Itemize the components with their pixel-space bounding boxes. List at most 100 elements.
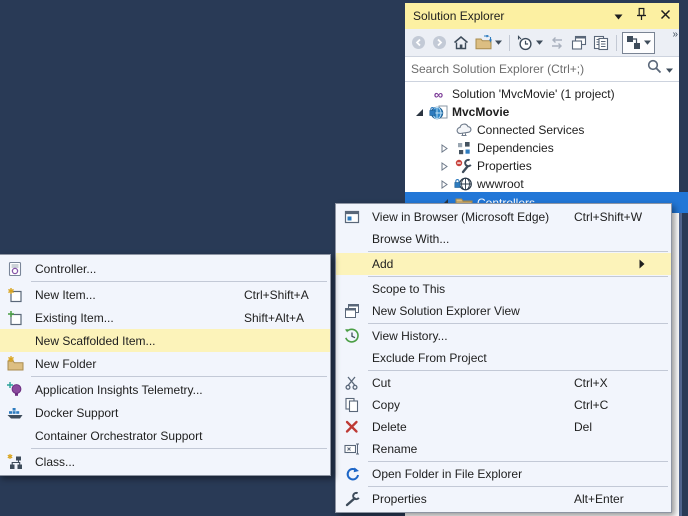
pin-button[interactable] bbox=[634, 7, 649, 25]
menu-item-label: Class... bbox=[35, 455, 75, 469]
file-nesting-button[interactable] bbox=[622, 32, 655, 54]
collapse-all-button[interactable] bbox=[569, 33, 589, 53]
menu-item-exclude-from-project[interactable]: Exclude From Project bbox=[336, 347, 671, 369]
app-insights-icon bbox=[3, 382, 27, 398]
menu-item-label: Application Insights Telemetry... bbox=[35, 383, 203, 397]
close-icon bbox=[660, 9, 671, 20]
menu-item-new-scaffolded-item[interactable]: New Scaffolded Item... bbox=[0, 329, 330, 352]
menu-item-label: Rename bbox=[372, 442, 417, 456]
menu-item-controller[interactable]: Controller... bbox=[0, 257, 330, 280]
show-all-files-button[interactable] bbox=[591, 33, 611, 53]
tree-expander-collapsed[interactable] bbox=[436, 162, 452, 171]
properties-icon bbox=[340, 491, 364, 507]
menu-item-open-folder-in-file-explorer[interactable]: Open Folder in File Explorer bbox=[336, 463, 671, 485]
dropdown-arrow-icon bbox=[495, 40, 502, 45]
add-submenu: Controller... New Item... Ctrl+Shift+A Ex… bbox=[0, 254, 331, 476]
window-position-button[interactable] bbox=[614, 9, 623, 23]
delete-icon bbox=[340, 419, 364, 435]
dropdown-arrow-icon bbox=[536, 40, 543, 45]
submenu-arrow bbox=[630, 259, 662, 269]
tree-item-solution-mvcmovie-1-project[interactable]: ∞Solution 'MvcMovie' (1 project) bbox=[405, 85, 679, 103]
menu-item-label: New Solution Explorer View bbox=[372, 304, 520, 318]
pending-changes-filter-icon bbox=[517, 35, 533, 51]
search-bar bbox=[405, 56, 679, 82]
sync-button[interactable] bbox=[547, 33, 567, 53]
menu-item-label: New Item... bbox=[35, 288, 96, 302]
class-icon bbox=[3, 454, 27, 470]
menu-item-container-orchestrator-support[interactable]: Container Orchestrator Support bbox=[0, 424, 330, 447]
existing-item-icon bbox=[3, 310, 27, 326]
cut-icon bbox=[340, 375, 364, 391]
menu-item-shortcut: Ctrl+Shift+W bbox=[574, 210, 669, 224]
toolbar-separator bbox=[616, 35, 617, 51]
menu-item-label: View in Browser (Microsoft Edge) bbox=[372, 210, 549, 224]
menu-item-add[interactable]: Add bbox=[336, 253, 671, 275]
menu-item-docker-support[interactable]: Docker Support bbox=[0, 401, 330, 424]
tree-expander-expanded[interactable] bbox=[411, 108, 427, 117]
toolbar-overflow-button[interactable]: » bbox=[672, 29, 677, 40]
tree-item-label: Connected Services bbox=[475, 123, 584, 137]
tree-item-dependencies[interactable]: Dependencies bbox=[405, 139, 679, 157]
menu-item-shortcut: Shift+Alt+A bbox=[244, 311, 328, 325]
window-position-icon bbox=[614, 14, 623, 20]
menu-item-shortcut: Ctrl+Shift+A bbox=[244, 288, 328, 302]
menu-item-scope-to-this[interactable]: Scope to This bbox=[336, 278, 671, 300]
pending-changes-filter-button[interactable] bbox=[515, 33, 545, 53]
menu-item-label: New Scaffolded Item... bbox=[35, 334, 156, 348]
menu-item-label: Browse With... bbox=[372, 232, 449, 246]
view-history-icon bbox=[340, 328, 364, 344]
solution-explorer-titlebar[interactable]: Solution Explorer bbox=[405, 3, 679, 29]
panel-edge-line bbox=[679, 211, 682, 516]
connected-services-icon bbox=[452, 122, 475, 138]
menu-item-browse-with[interactable]: Browse With... bbox=[336, 228, 671, 250]
rename-icon bbox=[340, 441, 364, 457]
tree-expander-collapsed[interactable] bbox=[436, 180, 452, 189]
collapse-all-icon bbox=[571, 35, 587, 51]
menu-item-rename[interactable]: Rename bbox=[336, 438, 671, 460]
menu-item-existing-item[interactable]: Existing Item...Shift+Alt+A bbox=[0, 306, 330, 329]
menu-item-new-folder[interactable]: New Folder bbox=[0, 352, 330, 375]
tree-item-mvcmovie[interactable]: MvcMovie bbox=[405, 103, 679, 121]
tree-expander-collapsed[interactable] bbox=[436, 144, 452, 153]
menu-item-new-solution-explorer-view[interactable]: New Solution Explorer View bbox=[336, 300, 671, 322]
switch-views-button[interactable] bbox=[473, 33, 504, 53]
menu-item-label: Exclude From Project bbox=[372, 351, 487, 365]
search-options-button[interactable] bbox=[666, 60, 673, 78]
menu-item-view-history[interactable]: View History... bbox=[336, 325, 671, 347]
search-input[interactable] bbox=[411, 62, 647, 76]
new-solution-explorer-view-icon bbox=[340, 303, 364, 319]
pin-icon bbox=[634, 7, 649, 22]
menu-item-label: New Folder bbox=[35, 357, 96, 371]
copy-icon bbox=[340, 397, 364, 413]
menu-item-delete[interactable]: DeleteDel bbox=[336, 416, 671, 438]
tree-item-label: Solution 'MvcMovie' (1 project) bbox=[450, 87, 615, 101]
menu-item-copy[interactable]: CopyCtrl+C bbox=[336, 394, 671, 416]
tree-item-connected-services[interactable]: Connected Services bbox=[405, 121, 679, 139]
docker-icon bbox=[3, 405, 27, 421]
menu-item-properties[interactable]: PropertiesAlt+Enter bbox=[336, 488, 671, 510]
back-button[interactable] bbox=[409, 33, 428, 53]
tree-item-properties[interactable]: Properties bbox=[405, 157, 679, 175]
close-button[interactable] bbox=[660, 9, 671, 23]
menu-item-cut[interactable]: CutCtrl+X bbox=[336, 372, 671, 394]
search-button[interactable] bbox=[647, 59, 662, 79]
menu-item-label: Cut bbox=[372, 376, 391, 390]
tree-item-wwwroot[interactable]: wwwroot bbox=[405, 175, 679, 193]
controller-icon bbox=[3, 261, 27, 277]
menu-item-label: Properties bbox=[372, 492, 427, 506]
home-button[interactable] bbox=[451, 33, 471, 53]
back-icon bbox=[411, 35, 426, 50]
menu-separator bbox=[31, 448, 327, 449]
tree-item-label: Dependencies bbox=[475, 141, 554, 155]
menu-item-label: Add bbox=[372, 257, 393, 271]
menu-separator bbox=[368, 251, 668, 252]
menu-item-application-insights-telemetry[interactable]: Application Insights Telemetry... bbox=[0, 378, 330, 401]
sync-icon bbox=[549, 36, 565, 50]
file-nesting-icon bbox=[626, 35, 641, 50]
forward-button[interactable] bbox=[430, 33, 449, 53]
menu-item-new-item[interactable]: New Item... Ctrl+Shift+A bbox=[0, 283, 330, 306]
menu-item-view-in-browser-microsoft-edge[interactable]: View in Browser (Microsoft Edge) Ctrl+Shi… bbox=[336, 206, 671, 228]
solution-icon: ∞ bbox=[427, 88, 450, 101]
menu-item-class[interactable]: Class... bbox=[0, 450, 330, 473]
menu-separator bbox=[368, 370, 668, 371]
